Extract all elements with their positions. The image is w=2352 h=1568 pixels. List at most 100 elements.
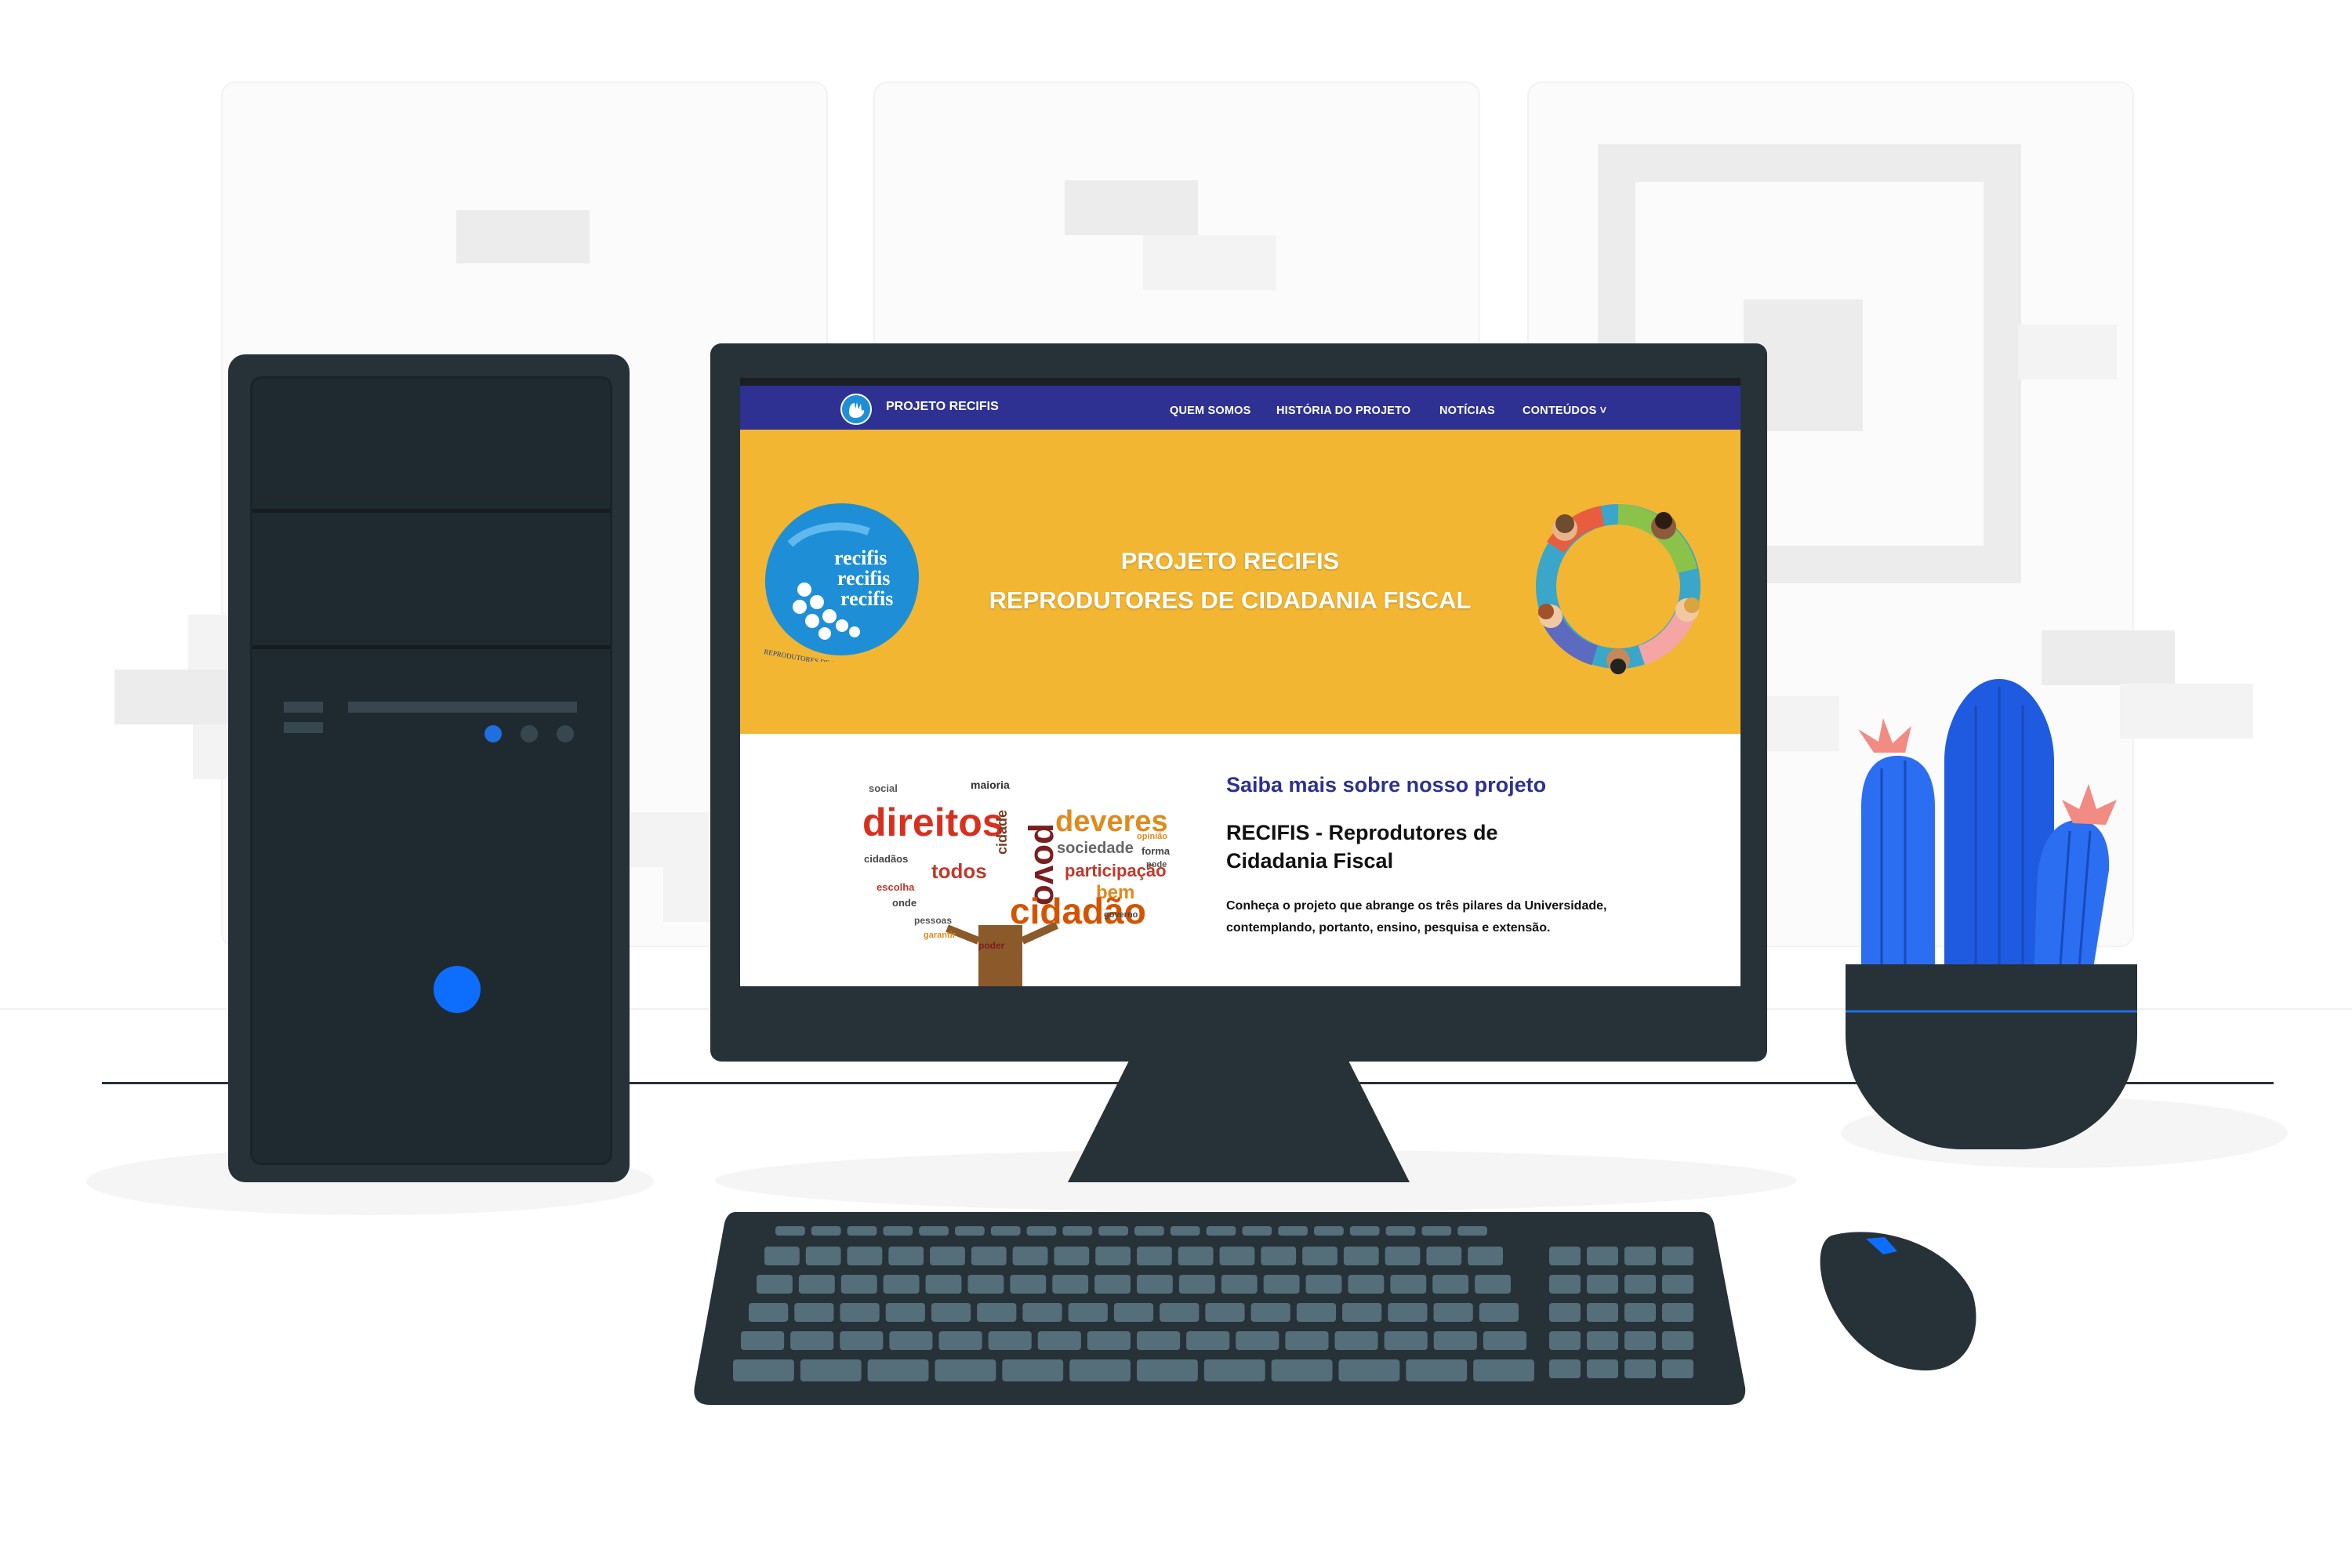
keyboard-key[interactable] <box>1388 1303 1428 1322</box>
power-button[interactable] <box>434 966 481 1013</box>
numpad-key[interactable] <box>1662 1359 1693 1378</box>
keyboard-key[interactable] <box>1342 1303 1382 1322</box>
keyboard-key[interactable] <box>988 1331 1032 1350</box>
keyboard-key[interactable] <box>1261 1247 1297 1265</box>
keyboard-key[interactable] <box>889 1331 933 1350</box>
keyboard-key[interactable] <box>1221 1275 1258 1294</box>
keyboard-key[interactable] <box>1271 1359 1333 1381</box>
keyboard[interactable] <box>691 1212 1747 1405</box>
keyboard-key[interactable] <box>977 1303 1017 1322</box>
keyboard-key[interactable] <box>888 1247 924 1265</box>
keyboard-key[interactable] <box>1468 1247 1503 1265</box>
keyboard-key[interactable] <box>967 1275 1004 1294</box>
keyboard-key[interactable] <box>1433 1331 1477 1350</box>
keyboard-key[interactable] <box>919 1226 949 1236</box>
keyboard-key[interactable] <box>1010 1275 1047 1294</box>
keyboard-key[interactable] <box>1426 1247 1462 1265</box>
keyboard-key[interactable] <box>847 1247 883 1265</box>
keyboard-key[interactable] <box>867 1359 929 1381</box>
keyboard-key[interactable] <box>1095 1247 1131 1265</box>
keyboard-key[interactable] <box>1406 1359 1468 1381</box>
keyboard-key[interactable] <box>1483 1331 1526 1350</box>
nav-link-historia[interactable]: HISTÓRIA DO PROJETO <box>1276 405 1410 417</box>
keyboard-key[interactable] <box>1069 1359 1131 1381</box>
keyboard-key[interactable] <box>840 1303 880 1322</box>
numpad-key[interactable] <box>1624 1247 1656 1265</box>
keyboard-key[interactable] <box>1343 1247 1379 1265</box>
keyboard-key[interactable] <box>1338 1359 1400 1381</box>
keyboard-key[interactable] <box>1385 1226 1416 1236</box>
nav-link-quem-somos[interactable]: QUEM SOMOS <box>1170 405 1251 417</box>
keyboard-key[interactable] <box>757 1275 793 1294</box>
keyboard-key[interactable] <box>1205 1303 1245 1322</box>
keyboard-key[interactable] <box>935 1359 996 1381</box>
keyboard-key[interactable] <box>1348 1275 1385 1294</box>
keyboard-key[interactable] <box>847 1226 877 1236</box>
numpad-key[interactable] <box>1587 1331 1618 1350</box>
keyboard-key[interactable] <box>971 1247 1007 1265</box>
keyboard-key[interactable] <box>794 1303 834 1322</box>
keyboard-key[interactable] <box>1390 1275 1427 1294</box>
keyboard-key[interactable] <box>1037 1331 1081 1350</box>
keyboard-key[interactable] <box>1087 1331 1131 1350</box>
keyboard-key[interactable] <box>1457 1226 1487 1236</box>
keyboard-key[interactable] <box>1219 1247 1255 1265</box>
keyboard-key[interactable] <box>1479 1303 1519 1322</box>
keyboard-key[interactable] <box>1263 1275 1300 1294</box>
keyboard-key[interactable] <box>885 1303 925 1322</box>
keyboard-key[interactable] <box>925 1275 962 1294</box>
keyboard-key[interactable] <box>1178 1275 1215 1294</box>
keyboard-key[interactable] <box>790 1331 834 1350</box>
numpad-key[interactable] <box>1624 1275 1656 1294</box>
keyboard-key[interactable] <box>1296 1303 1337 1322</box>
numpad-key[interactable] <box>1662 1275 1693 1294</box>
keyboard-key[interactable] <box>1473 1359 1534 1381</box>
keyboard-key[interactable] <box>800 1359 862 1381</box>
nav-link-conteudos-dropdown[interactable]: CONTEÚDOS ˅ <box>1523 405 1606 417</box>
numpad-key[interactable] <box>1662 1331 1693 1350</box>
keyboard-key[interactable] <box>930 1247 965 1265</box>
keyboard-key[interactable] <box>1160 1303 1200 1322</box>
keyboard-key[interactable] <box>733 1359 794 1381</box>
numpad-key[interactable] <box>1662 1303 1693 1322</box>
keyboard-key[interactable] <box>1203 1359 1265 1381</box>
keyboard-key[interactable] <box>1433 1303 1473 1322</box>
keyboard-key[interactable] <box>1137 1275 1173 1294</box>
numpad-key[interactable] <box>1587 1275 1618 1294</box>
keyboard-key[interactable] <box>1384 1331 1428 1350</box>
numpad-key[interactable] <box>1549 1359 1581 1378</box>
keyboard-key[interactable] <box>1002 1359 1064 1381</box>
keyboard-key[interactable] <box>1421 1226 1452 1236</box>
keyboard-key[interactable] <box>1113 1303 1154 1322</box>
numpad-key[interactable] <box>1662 1247 1693 1265</box>
keyboard-key[interactable] <box>1094 1275 1131 1294</box>
numpad-key[interactable] <box>1624 1303 1656 1322</box>
brand-logo-icon[interactable] <box>840 394 872 425</box>
keyboard-key[interactable] <box>1242 1226 1272 1236</box>
keyboard-key[interactable] <box>1022 1303 1062 1322</box>
keyboard-key[interactable] <box>990 1226 1021 1236</box>
keyboard-key[interactable] <box>1012 1247 1048 1265</box>
brand-name[interactable]: PROJETO RECIFIS <box>886 400 999 414</box>
keyboard-key[interactable] <box>1285 1331 1329 1350</box>
keyboard-key[interactable] <box>883 1275 920 1294</box>
keyboard-key[interactable] <box>1170 1226 1200 1236</box>
keyboard-key[interactable] <box>1206 1226 1236 1236</box>
keyboard-key[interactable] <box>883 1226 913 1236</box>
keyboard-key[interactable] <box>1236 1331 1279 1350</box>
keyboard-key[interactable] <box>1475 1275 1511 1294</box>
numpad-key[interactable] <box>1549 1331 1581 1350</box>
keyboard-key[interactable] <box>1137 1331 1181 1350</box>
keyboard-key[interactable] <box>1186 1331 1230 1350</box>
keyboard-key[interactable] <box>749 1303 789 1322</box>
mouse[interactable] <box>1816 1228 1980 1372</box>
keyboard-key[interactable] <box>1052 1275 1089 1294</box>
keyboard-key[interactable] <box>1349 1226 1380 1236</box>
numpad-key[interactable] <box>1549 1303 1581 1322</box>
keyboard-key[interactable] <box>764 1247 800 1265</box>
keyboard-key[interactable] <box>1250 1303 1290 1322</box>
keyboard-key[interactable] <box>1026 1226 1057 1236</box>
keyboard-key[interactable] <box>1178 1247 1214 1265</box>
numpad-key[interactable] <box>1549 1275 1581 1294</box>
keyboard-key[interactable] <box>1068 1303 1108 1322</box>
